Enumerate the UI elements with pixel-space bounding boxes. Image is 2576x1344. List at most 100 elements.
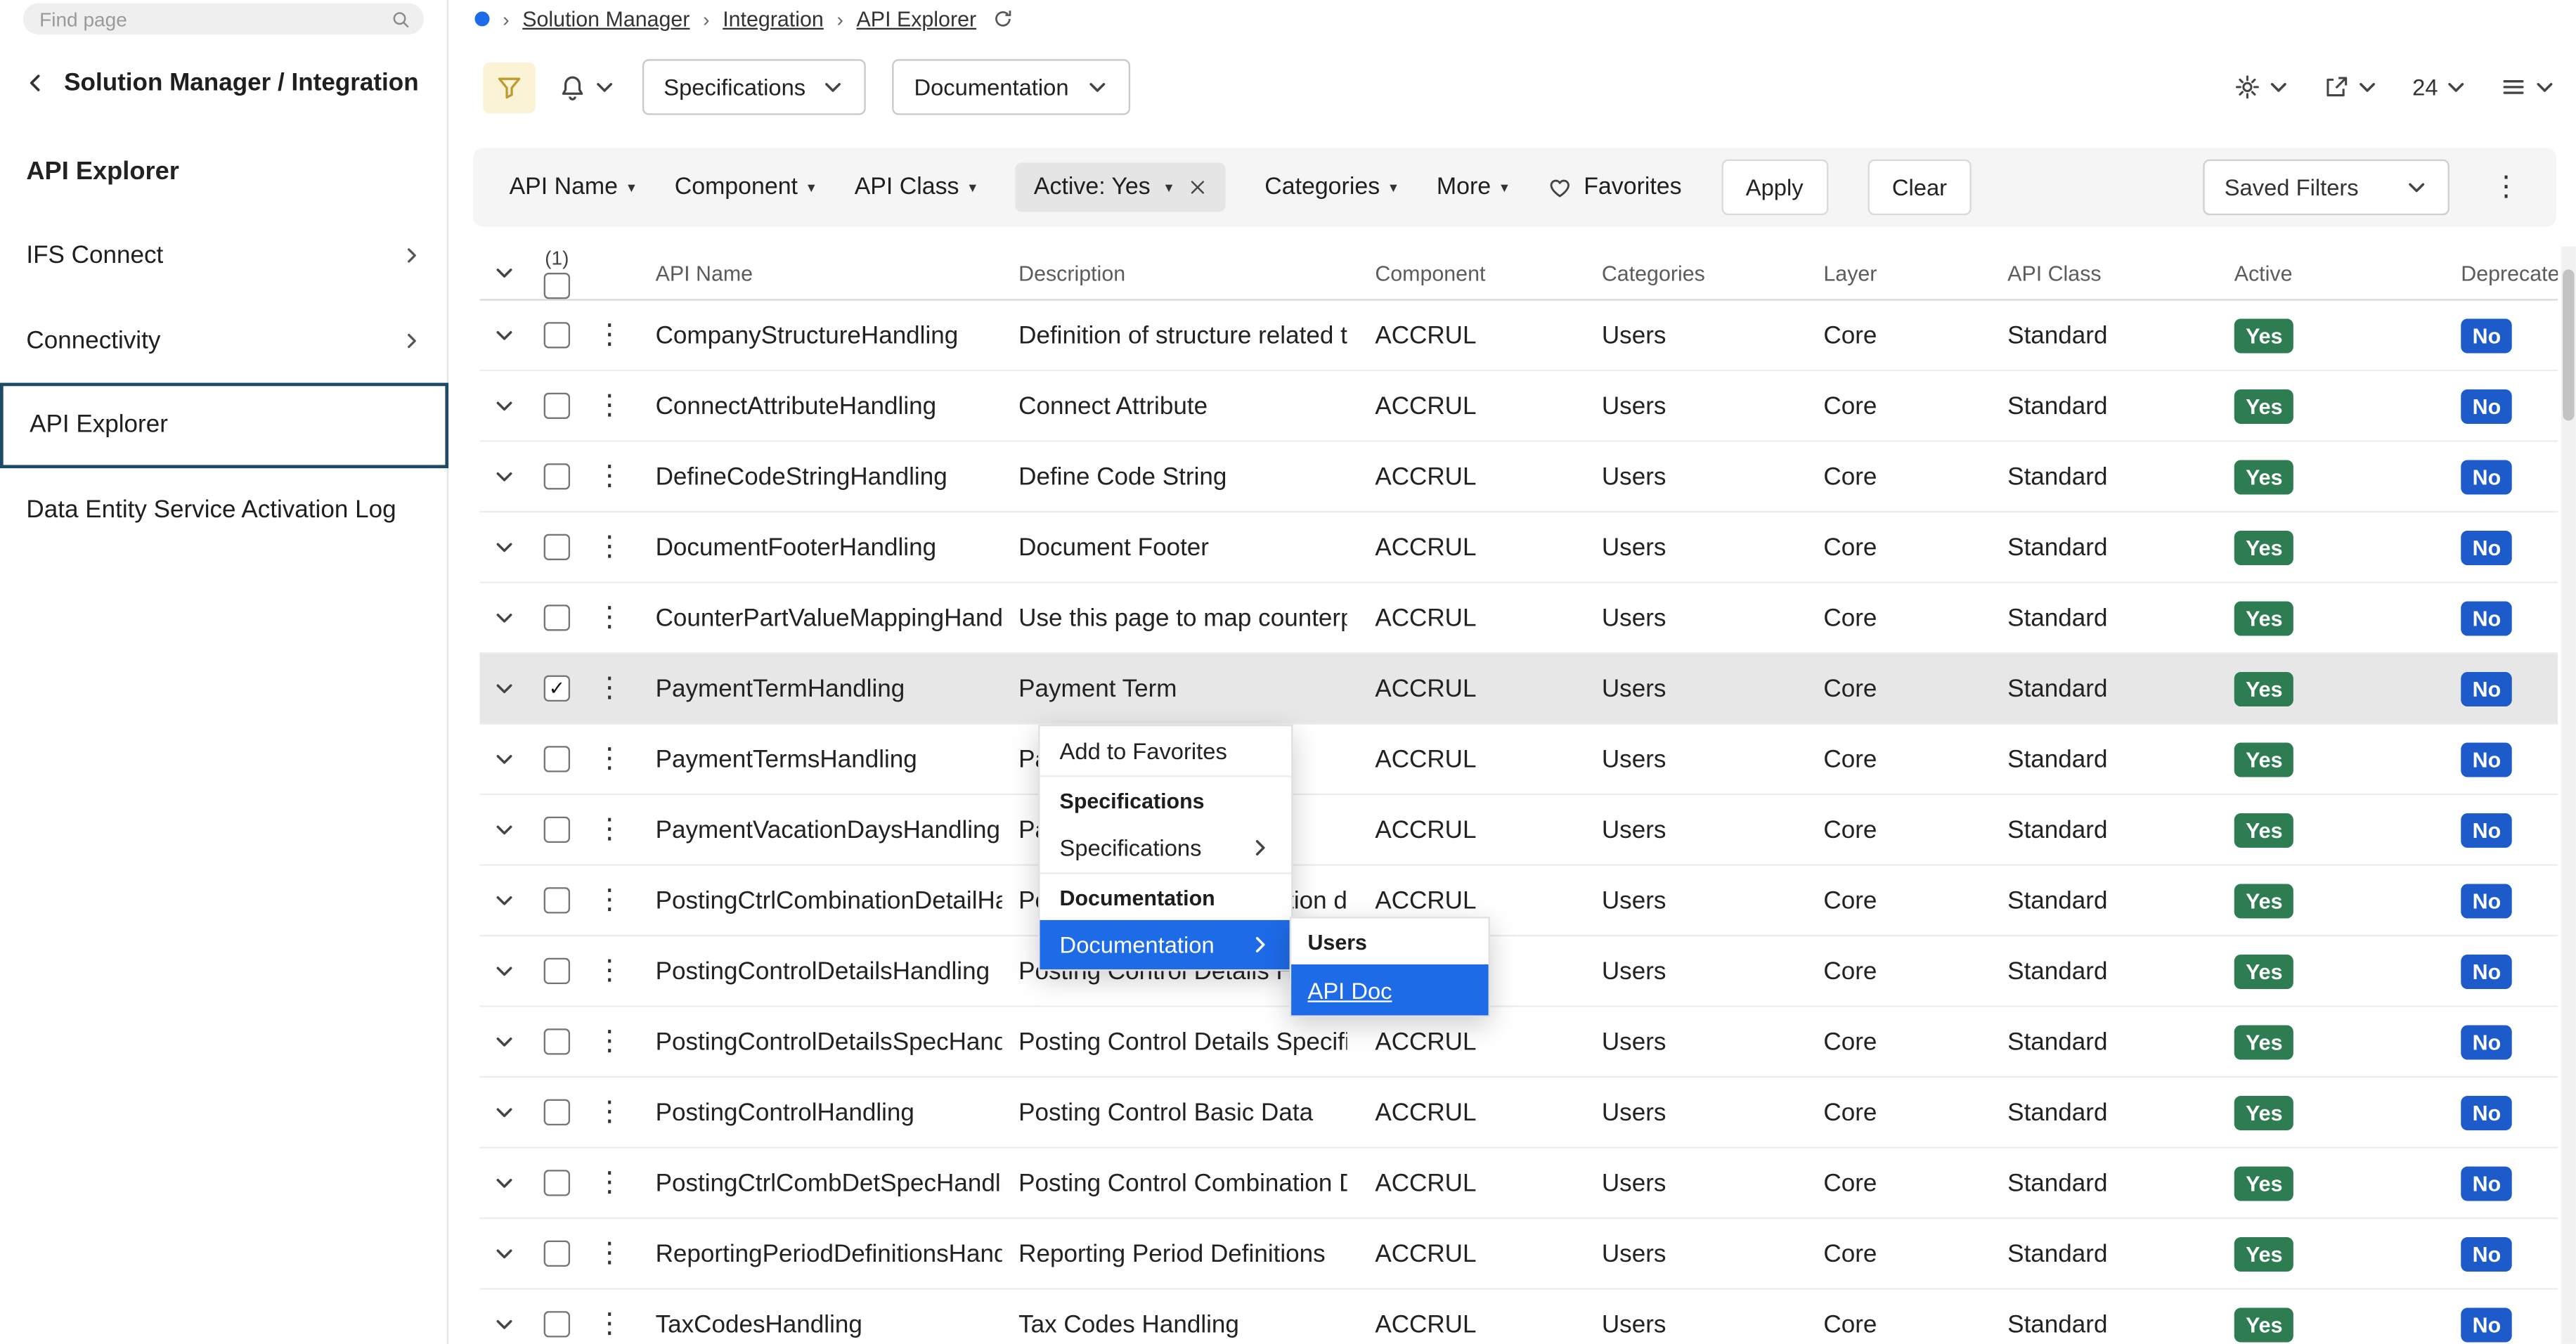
row-expand-button[interactable] (479, 1171, 529, 1194)
row-checkbox[interactable] (544, 1028, 570, 1054)
select-all-checkbox[interactable] (544, 273, 570, 299)
table-row[interactable]: ⋮ PostingCtrlCombDetSpecHandling Posting… (479, 1149, 2558, 1220)
vertical-scrollbar[interactable] (2561, 247, 2576, 1344)
find-page-input[interactable] (36, 6, 391, 32)
row-menu-button[interactable]: ⋮ (585, 1166, 634, 1199)
table-row[interactable]: ⋮ ReportingPeriodDefinitionsHandling Rep… (479, 1219, 2558, 1290)
table-row[interactable]: ⋮ PostingControlDetailsSpecHandling Post… (479, 1007, 2558, 1078)
apply-button[interactable]: Apply (1721, 160, 1828, 215)
row-expand-button[interactable] (479, 677, 529, 700)
breadcrumb-integration[interactable]: Integration (723, 6, 824, 31)
filter-more[interactable]: More▾ (1437, 174, 1508, 200)
column-header-description[interactable]: Description (1002, 260, 1347, 285)
sidebar-item[interactable]: Connectivity (0, 298, 448, 382)
page-size-selector[interactable]: 24 (2412, 74, 2467, 100)
row-checkbox[interactable] (544, 887, 570, 913)
row-checkbox[interactable] (544, 746, 570, 772)
row-menu-button[interactable]: ⋮ (585, 955, 634, 988)
table-row[interactable]: ⋮ PaymentTermHandling Payment Term ACCRU… (479, 654, 2558, 725)
menu-item-documentation[interactable]: Documentation (1040, 920, 1292, 969)
settings-menu-button[interactable] (2235, 74, 2291, 100)
row-checkbox[interactable] (544, 1241, 570, 1267)
close-icon[interactable] (1187, 177, 1207, 197)
table-row[interactable]: ⋮ PostingCtrlCombinationDetailHandling P… (479, 866, 2558, 937)
clear-button[interactable]: Clear (1868, 160, 1972, 215)
row-checkbox[interactable] (544, 605, 570, 631)
row-expand-button[interactable] (479, 465, 529, 488)
filter-chip-active[interactable]: Active: Yes ▾ (1016, 162, 1225, 212)
favorites-button[interactable]: Favorites (1548, 174, 1682, 200)
sidebar-item[interactable]: IFS Connect (0, 214, 448, 298)
column-header-active[interactable]: Active (2206, 260, 2382, 285)
column-header-categories[interactable]: Categories (1574, 260, 1796, 285)
row-menu-button[interactable]: ⋮ (585, 1237, 634, 1270)
sidebar-item[interactable]: Data Entity Service Activation Log (0, 467, 448, 552)
sidebar-back[interactable]: Solution Manager / Integration (23, 69, 419, 97)
notifications-button[interactable] (559, 73, 616, 101)
row-expand-button[interactable] (479, 1313, 529, 1336)
column-header-component[interactable]: Component (1347, 260, 1574, 285)
column-header-deprecated[interactable]: Deprecated (2382, 260, 2558, 285)
find-page-search[interactable] (23, 4, 424, 34)
row-expand-button[interactable] (479, 394, 529, 418)
saved-filters-select[interactable]: Saved Filters (2203, 160, 2449, 215)
row-checkbox[interactable] (544, 534, 570, 560)
row-checkbox[interactable] (544, 393, 570, 419)
row-expand-button[interactable] (479, 747, 529, 770)
sidebar-item[interactable]: API Explorer (0, 383, 448, 467)
row-checkbox[interactable] (544, 322, 570, 348)
breadcrumb-solution-manager[interactable]: Solution Manager (522, 6, 690, 31)
filter-api-name[interactable]: API Name▾ (510, 174, 635, 200)
menu-item-specifications[interactable]: Specifications (1040, 823, 1292, 872)
row-menu-button[interactable]: ⋮ (585, 389, 634, 422)
filter-overflow-menu-button[interactable]: ⋮ (2492, 171, 2520, 204)
row-menu-button[interactable]: ⋮ (585, 672, 634, 705)
row-menu-button[interactable]: ⋮ (585, 318, 634, 351)
row-expand-button[interactable] (479, 1101, 529, 1124)
table-row[interactable]: ⋮ PostingControlDetailsHandling Posting … (479, 936, 2558, 1007)
row-menu-button[interactable]: ⋮ (585, 1025, 634, 1058)
filter-categories[interactable]: Categories▾ (1264, 174, 1397, 200)
row-checkbox[interactable] (544, 1311, 570, 1337)
row-expand-button[interactable] (479, 818, 529, 841)
table-row[interactable]: ⋮ PostingControlHandling Posting Control… (479, 1078, 2558, 1149)
scrollbar-thumb[interactable] (2563, 269, 2574, 420)
table-row[interactable]: ⋮ CounterPartValueMappingHandling Use th… (479, 583, 2558, 654)
row-expand-button[interactable] (479, 889, 529, 912)
specifications-button[interactable]: Specifications (642, 59, 867, 115)
row-checkbox[interactable] (544, 1099, 570, 1125)
table-row[interactable]: ⋮ PaymentVacationDaysHandling Payment Va… (479, 795, 2558, 866)
breadcrumb-api-explorer[interactable]: API Explorer (857, 6, 977, 31)
table-row[interactable]: ⋮ PaymentTermsHandling Payment Terms ACC… (479, 725, 2558, 796)
row-menu-button[interactable]: ⋮ (585, 813, 634, 846)
row-checkbox[interactable] (544, 676, 570, 702)
filter-api-class[interactable]: API Class▾ (855, 174, 976, 200)
row-expand-button[interactable] (479, 536, 529, 559)
row-menu-button[interactable]: ⋮ (585, 1307, 634, 1340)
column-header-layer[interactable]: Layer (1796, 260, 1980, 285)
row-menu-button[interactable]: ⋮ (585, 531, 634, 564)
submenu-item-api-doc[interactable]: API Doc (1291, 964, 1488, 1015)
table-row[interactable]: ⋮ CompanyStructureHandling Definition of… (479, 301, 2558, 372)
view-mode-selector[interactable] (2500, 74, 2556, 100)
row-checkbox[interactable] (544, 958, 570, 984)
refresh-icon[interactable] (992, 8, 1014, 30)
row-checkbox[interactable] (544, 463, 570, 489)
column-header-api-class[interactable]: API Class (1979, 260, 2206, 285)
filter-toggle-button[interactable] (483, 62, 536, 112)
menu-item-add-to-favorites[interactable]: Add to Favorites (1040, 726, 1292, 775)
row-expand-button[interactable] (479, 606, 529, 629)
row-menu-button[interactable]: ⋮ (585, 601, 634, 634)
row-expand-button[interactable] (479, 959, 529, 983)
table-row[interactable]: ⋮ DefineCodeStringHandling Define Code S… (479, 442, 2558, 513)
row-menu-button[interactable]: ⋮ (585, 884, 634, 917)
collapse-all-button[interactable] (479, 261, 529, 285)
table-row[interactable]: ⋮ DocumentFooterHandling Document Footer… (479, 512, 2558, 583)
row-menu-button[interactable]: ⋮ (585, 1096, 634, 1129)
row-expand-button[interactable] (479, 323, 529, 347)
row-checkbox[interactable] (544, 1170, 570, 1196)
row-expand-button[interactable] (479, 1030, 529, 1053)
row-checkbox[interactable] (544, 817, 570, 843)
column-header-api-name[interactable]: API Name (634, 260, 1002, 285)
export-menu-button[interactable] (2324, 74, 2379, 100)
